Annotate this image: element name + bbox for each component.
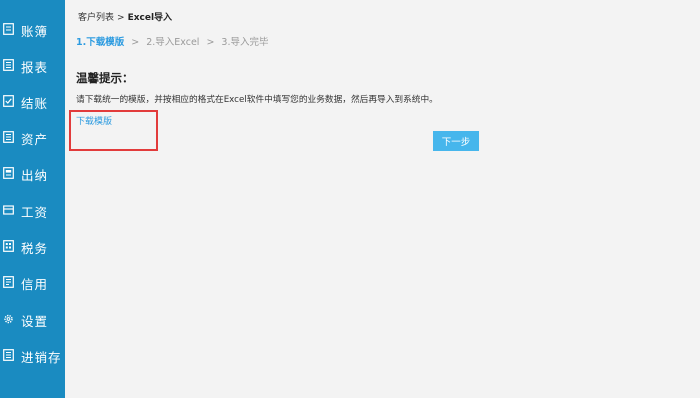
report-icon [3, 59, 14, 71]
step-download-template: 1.下载模版 [76, 37, 125, 48]
tips-title: 温馨提示： [76, 71, 134, 85]
gear-icon [4, 314, 13, 324]
tips-text: 请下载统一的模版，并按相应的格式在Excel软件中填写您的业务数据，然后再导入到… [76, 95, 438, 105]
sidebar-item-label: 信用 [21, 277, 49, 292]
breadcrumb-parent[interactable]: 客户列表 [78, 13, 114, 23]
sidebar-item-label: 工资 [21, 205, 49, 220]
step-arrow: > [131, 37, 140, 48]
import-steps: 1.下载模版 >2.导入Excel >3.导入完毕 [76, 34, 268, 48]
sidebar-item-label: 出纳 [21, 168, 49, 183]
sidebar-item-salary[interactable]: 工资 [0, 199, 65, 223]
main-content: 客户列表 > Excel导入 1.下载模版 >2.导入Excel >3.导入完毕 温馨提… [65, 0, 700, 398]
sidebar-item-checkout[interactable]: 结账 [0, 90, 65, 114]
asset-icon [3, 131, 14, 143]
sidebar-item-label: 设置 [21, 314, 49, 329]
breadcrumb-separator: > [117, 13, 125, 23]
sidebar-item-label: 结账 [21, 96, 49, 111]
sidebar-item-settings[interactable]: 设置 [0, 308, 65, 332]
step-import-complete: 3.导入完毕 [221, 37, 269, 48]
credit-icon [3, 276, 14, 288]
next-step-button[interactable]: 下一步 [433, 131, 479, 151]
step-import-excel: 2.导入Excel [146, 37, 200, 48]
sidebar-item-label: 账簿 [21, 24, 49, 39]
step-arrow: > [206, 37, 215, 48]
sidebar-item-label: 资产 [21, 132, 49, 147]
sidebar-item-tax[interactable]: 税务 [0, 235, 65, 259]
sidebar-item-asset[interactable]: 资产 [0, 126, 65, 150]
sidebar-item-label: 进销存 [21, 350, 62, 365]
sidebar-item-report[interactable]: 报表 [0, 54, 65, 78]
ledger-icon [3, 23, 14, 35]
salary-icon [3, 205, 14, 215]
sidebar-item-inventory[interactable]: 进销存 [0, 344, 65, 368]
sidebar-item-credit[interactable]: 信用 [0, 271, 65, 295]
sidebar: 账簿 报表 结账 资产 出纳 工资 税务 信用 设置 进销存 [0, 0, 65, 398]
breadcrumb-current: Excel导入 [127, 13, 173, 23]
breadcrumb: 客户列表 > Excel导入 [78, 10, 172, 23]
sidebar-item-label: 税务 [21, 241, 49, 256]
checkout-icon [3, 95, 14, 107]
download-template-link[interactable]: 下载模版 [76, 114, 112, 127]
sidebar-item-ledger[interactable]: 账簿 [0, 18, 65, 42]
inventory-icon [3, 349, 14, 361]
tax-icon [3, 240, 14, 252]
sidebar-item-cashier[interactable]: 出纳 [0, 162, 65, 186]
sidebar-item-label: 报表 [21, 60, 49, 75]
cashier-icon [3, 167, 14, 179]
